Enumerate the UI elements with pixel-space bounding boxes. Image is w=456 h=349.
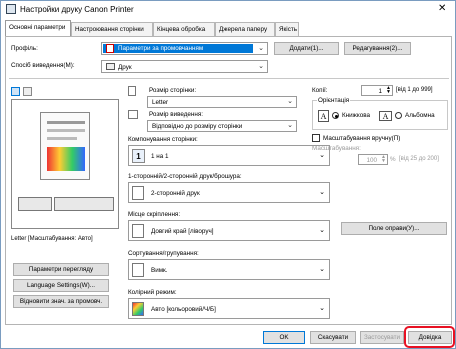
preview-settings-button[interactable]: Параметри перегляду	[13, 263, 109, 276]
chevron-down-icon: ⌄	[319, 152, 325, 159]
finishing-mode-icon	[54, 197, 114, 211]
output-method-value: Друк	[118, 64, 132, 71]
language-settings-button[interactable]: Language Settings(W)...	[13, 279, 109, 292]
output-size-select[interactable]: Відповідно до розміру сторінки ⌄	[147, 120, 297, 132]
profile-value: Параметри за промовчанням	[118, 45, 204, 52]
scaling-unit: %	[390, 156, 396, 163]
spin-arrows-icon[interactable]: ▲ ▼	[386, 86, 391, 95]
chevron-down-icon: ⌄	[319, 227, 325, 234]
profile-label: Профіль:	[11, 45, 38, 52]
window-title: Настройки друку Canon Printer	[20, 5, 134, 14]
output-method-select[interactable]: Друк ⌄	[101, 60, 268, 73]
output-method-label: Спосіб виведення(M):	[11, 62, 75, 69]
tab-page-setup[interactable]: Настроювання сторінки	[71, 22, 153, 36]
printer-icon	[6, 4, 16, 14]
binding-value: Довгий край [ліворуч]	[151, 228, 214, 235]
scaling-sublabel: Масштабування:	[312, 145, 361, 152]
gutter-button[interactable]: Поле оправи(У)...	[341, 222, 447, 235]
landscape-label: Альбомна	[405, 112, 435, 119]
chevron-down-icon: ⌄	[258, 45, 264, 52]
copies-range: [від 1 до 999]	[396, 87, 433, 93]
manual-scaling-label: Масштабування вручну(П)	[323, 135, 401, 142]
page-size-label: Розмір сторінки:	[149, 87, 197, 94]
chevron-down-icon: ⌄	[287, 122, 293, 129]
preview-caption: Letter [Масштабування: Авто]	[11, 236, 93, 242]
chevron-down-icon: ⌄	[319, 189, 325, 196]
chevron-down-icon: ⌄	[287, 98, 293, 105]
orientation-label: Орієнтація	[317, 97, 351, 104]
copies-spinner[interactable]: 1 ▲ ▼	[361, 85, 393, 96]
duplex-value: 2-сторонній друк	[151, 190, 200, 197]
output-size-icon	[128, 110, 138, 119]
portrait-icon: A	[318, 110, 329, 122]
printer-view-icon[interactable]	[23, 87, 32, 96]
landscape-radio[interactable]	[395, 112, 402, 119]
tab-basic[interactable]: Основні параметри	[5, 20, 71, 37]
title-bar: Настройки друку Canon Printer ✕	[1, 1, 455, 18]
scaling-value: 100	[366, 157, 377, 164]
print-settings-window: Настройки друку Canon Printer ✕ Основні …	[0, 0, 456, 349]
print-icon	[106, 63, 115, 70]
tab-finishing[interactable]: Кінцева обробка	[153, 22, 215, 36]
chevron-down-icon: ⌄	[319, 266, 325, 273]
close-icon[interactable]: ✕	[438, 3, 446, 14]
color-mode-select[interactable]: Авто [кольоровий/Ч/Б] ⌄	[128, 298, 330, 319]
duplex-icon	[132, 186, 144, 200]
preview-image	[47, 147, 85, 171]
collate-label: Сортування/групування:	[128, 250, 199, 257]
duplex-select[interactable]: 2-сторонній друк ⌄	[128, 182, 330, 203]
duplex-mode-icon	[18, 197, 52, 211]
collate-select[interactable]: Вимк. ⌄	[128, 259, 330, 280]
color-mode-label: Колірний режим:	[128, 289, 177, 296]
preview-page	[40, 112, 90, 180]
page-size-icon	[128, 86, 136, 96]
copies-value: 1	[378, 88, 382, 95]
page-layout-label: Компонування сторінки:	[128, 136, 198, 143]
portrait-label: Книжкова	[342, 112, 370, 119]
binding-label: Місце скріплення:	[128, 211, 181, 218]
preview-view-icon[interactable]	[11, 87, 20, 96]
collate-value: Вимк.	[151, 267, 168, 274]
duplex-label: 1-сторонній/2-сторонній друк/брошура:	[128, 173, 242, 180]
profile-icon	[106, 44, 114, 53]
page-size-value: Letter	[152, 99, 169, 106]
apply-button[interactable]: Застосувати	[360, 331, 404, 344]
preview-line	[47, 137, 77, 140]
scaling-spinner: 100 ▲ ▼	[358, 154, 388, 165]
output-size-label: Розмір виведення:	[149, 111, 204, 118]
landscape-icon: A	[379, 111, 392, 121]
chevron-down-icon: ⌄	[258, 63, 264, 70]
manual-scaling-checkbox[interactable]	[312, 134, 320, 142]
color-mode-value: Авто [кольоровий/Ч/Б]	[151, 306, 216, 313]
edit-profile-button[interactable]: Редагування(2)...	[344, 42, 411, 55]
collate-icon	[132, 263, 144, 277]
preview-line	[47, 129, 85, 132]
ok-button[interactable]: OK	[263, 331, 305, 344]
page-layout-value: 1 на 1	[151, 153, 169, 160]
tab-quality[interactable]: Якість	[275, 22, 299, 36]
binding-icon	[132, 224, 144, 238]
page-size-select[interactable]: Letter ⌄	[147, 96, 297, 108]
cancel-button[interactable]: Скасувати	[310, 331, 356, 344]
spin-arrows-icon: ▲ ▼	[381, 154, 386, 164]
binding-select[interactable]: Довгий край [ліворуч] ⌄	[128, 220, 330, 241]
preview-line	[47, 121, 85, 124]
profile-select[interactable]: Параметри за промовчанням ⌄	[101, 42, 268, 55]
divider	[9, 78, 449, 79]
add-profile-button[interactable]: Додати(1)...	[274, 42, 339, 55]
scaling-range: [від 25 до 200]	[399, 156, 439, 162]
portrait-radio[interactable]	[332, 112, 339, 119]
page-preview	[11, 99, 119, 229]
color-mode-icon	[132, 302, 144, 316]
restore-defaults-button[interactable]: Відновити знач. за промовч.	[13, 295, 109, 308]
layout-icon: 1	[132, 149, 145, 163]
help-button[interactable]: Довідка	[408, 331, 452, 344]
tab-paper-source[interactable]: Джерела паперу	[215, 22, 275, 36]
chevron-down-icon: ⌄	[319, 305, 325, 312]
output-size-value: Відповідно до розміру сторінки	[152, 123, 243, 130]
copies-label: Копії:	[312, 87, 328, 94]
page-layout-select[interactable]: 1 1 на 1 ⌄	[128, 145, 330, 166]
